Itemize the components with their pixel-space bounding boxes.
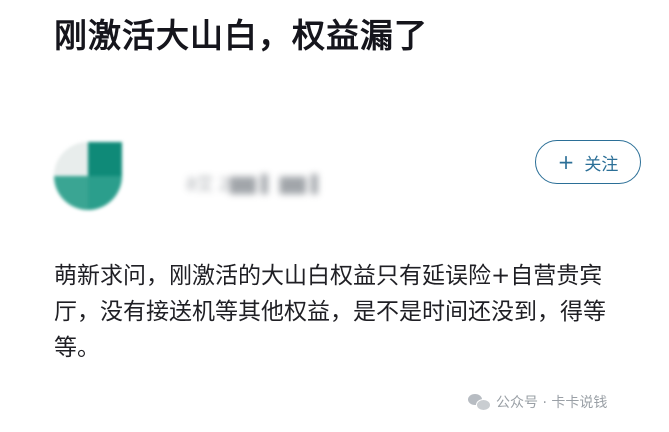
author-row: 𐐀艾 2▇▇ ▌ ▇▇ ▌ + 关注 xyxy=(0,126,669,226)
follow-button[interactable]: + 关注 xyxy=(535,140,641,184)
wechat-icon xyxy=(468,393,491,411)
follow-button-label: 关注 xyxy=(584,154,619,175)
post-title: 刚激活大山白，权益漏了 xyxy=(54,16,428,55)
avatar[interactable] xyxy=(54,142,122,210)
avatar-tile xyxy=(54,142,88,176)
author-name[interactable]: 𐐀艾 2▇▇ ▌ ▇▇ ▌ xyxy=(186,170,324,195)
watermark-text: 公众号 · 卡卡说钱 xyxy=(496,395,608,411)
avatar-tile xyxy=(54,176,88,210)
avatar-tile xyxy=(88,142,122,176)
plus-icon: + xyxy=(557,150,575,174)
watermark: 公众号 · 卡卡说钱 xyxy=(468,392,607,412)
post-body: 萌新求问，刚激活的大山白权益只有延误险+自营贵宾厅，没有接送机等其他权益，是不是… xyxy=(54,263,606,361)
avatar-tile xyxy=(88,176,122,210)
